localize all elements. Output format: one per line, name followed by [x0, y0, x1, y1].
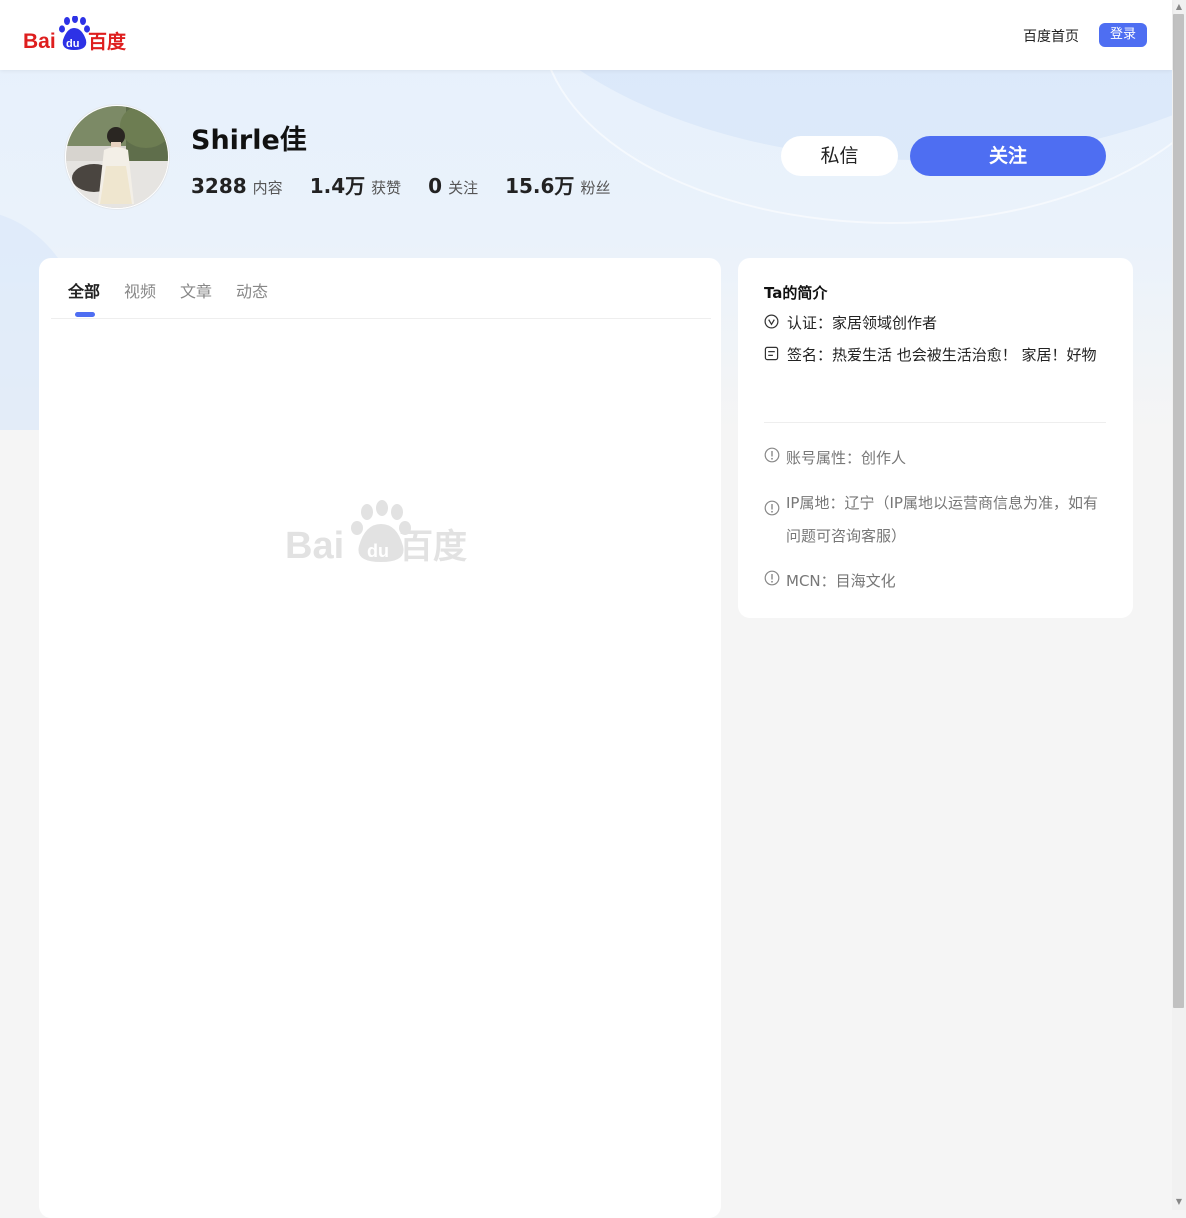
- stat-value: 1.4万: [309, 174, 366, 198]
- follow-button[interactable]: 关注: [910, 136, 1106, 176]
- stat-value: 0: [428, 174, 443, 198]
- scroll-up-arrow-icon[interactable]: ▲: [1175, 3, 1183, 11]
- baidu-home-link[interactable]: 百度首页: [1023, 26, 1079, 46]
- svg-text:Bai: Bai: [285, 525, 344, 564]
- stat-label: 粉丝: [580, 179, 611, 197]
- mcn-text: MCN：目海文化: [786, 572, 896, 590]
- info-alert-icon: [764, 495, 780, 528]
- svg-text:百度: 百度: [88, 30, 127, 52]
- top-navigation-bar: Bai du 百度 百度首页 登录: [0, 0, 1172, 70]
- baidu-logo[interactable]: Bai du 百度: [23, 16, 127, 52]
- private-message-button[interactable]: 私信: [781, 136, 898, 176]
- intro-signature: 签名：热爱生活 也会被生活治愈！ 家居！好物: [764, 339, 1109, 372]
- active-tab-indicator: [75, 312, 95, 317]
- ip-location-text: IP属地：辽宁（IP属地以运营商信息为准，如有问题可咨询客服）: [786, 494, 1098, 545]
- stat-label: 关注: [448, 179, 479, 197]
- stat-label: 获赞: [371, 179, 402, 197]
- stat-label: 内容: [252, 179, 283, 197]
- tabs-divider: [51, 318, 711, 319]
- profile-stats: 3288 内容 1.4万 获赞 0 关注 15.6万 粉丝: [191, 170, 637, 199]
- intro-mcn: MCN：目海文化: [764, 565, 1109, 598]
- svg-text:Bai: Bai: [23, 30, 56, 52]
- profile-username: Shirle佳: [191, 125, 307, 156]
- stat-value: 3288: [191, 174, 247, 198]
- certification-text: 认证：家居领域创作者: [787, 314, 938, 332]
- verified-check-icon: [764, 308, 779, 340]
- content-tabs: 全部 视频 文章 动态: [68, 278, 292, 302]
- login-button[interactable]: 登录: [1099, 23, 1147, 47]
- signature-note-icon: [764, 340, 779, 372]
- signature-text: 签名：热爱生活 也会被生活治愈！ 家居！好物: [787, 346, 1097, 364]
- stat-likes-count: 1.4万 获赞: [310, 170, 401, 199]
- stat-followers-count[interactable]: 15.6万 粉丝: [505, 170, 610, 199]
- svg-text:百度: 百度: [399, 527, 467, 564]
- user-avatar[interactable]: [65, 105, 169, 209]
- scroll-down-arrow-icon[interactable]: ▼: [1175, 1198, 1183, 1206]
- account-type-text: 账号属性：创作人: [786, 449, 907, 467]
- content-feed-card: 全部 视频 文章 动态 Bai du 百度: [39, 258, 721, 1218]
- tab-articles[interactable]: 文章: [180, 278, 212, 302]
- tab-all[interactable]: 全部: [68, 278, 100, 302]
- page-scrollbar[interactable]: ▲ ▼: [1172, 0, 1186, 1210]
- intro-certification: 认证：家居领域创作者: [764, 307, 1109, 340]
- loading-placeholder-logo: Bai du 百度: [285, 500, 467, 564]
- intro-account-type: 账号属性：创作人: [764, 442, 1109, 475]
- info-alert-icon: [764, 565, 780, 598]
- info-alert-icon: [764, 442, 780, 475]
- scrollbar-thumb[interactable]: [1173, 14, 1184, 1008]
- intro-ip-location: IP属地：辽宁（IP属地以运营商信息为准，如有问题可咨询客服）: [764, 487, 1109, 553]
- tab-videos[interactable]: 视频: [124, 278, 156, 302]
- intro-title: Ta的简介: [764, 284, 828, 302]
- intro-divider: [764, 422, 1106, 423]
- stat-following-count[interactable]: 0 关注: [428, 174, 478, 198]
- tab-updates[interactable]: 动态: [236, 278, 268, 302]
- profile-intro-card: Ta的简介 认证：家居领域创作者 签名：热爱生活 也会被生活治愈！ 家居！好物 …: [738, 258, 1133, 618]
- svg-text:du: du: [367, 541, 389, 561]
- stat-value: 15.6万: [505, 174, 575, 198]
- svg-text:du: du: [66, 38, 79, 50]
- stat-content-count[interactable]: 3288 内容: [191, 174, 283, 198]
